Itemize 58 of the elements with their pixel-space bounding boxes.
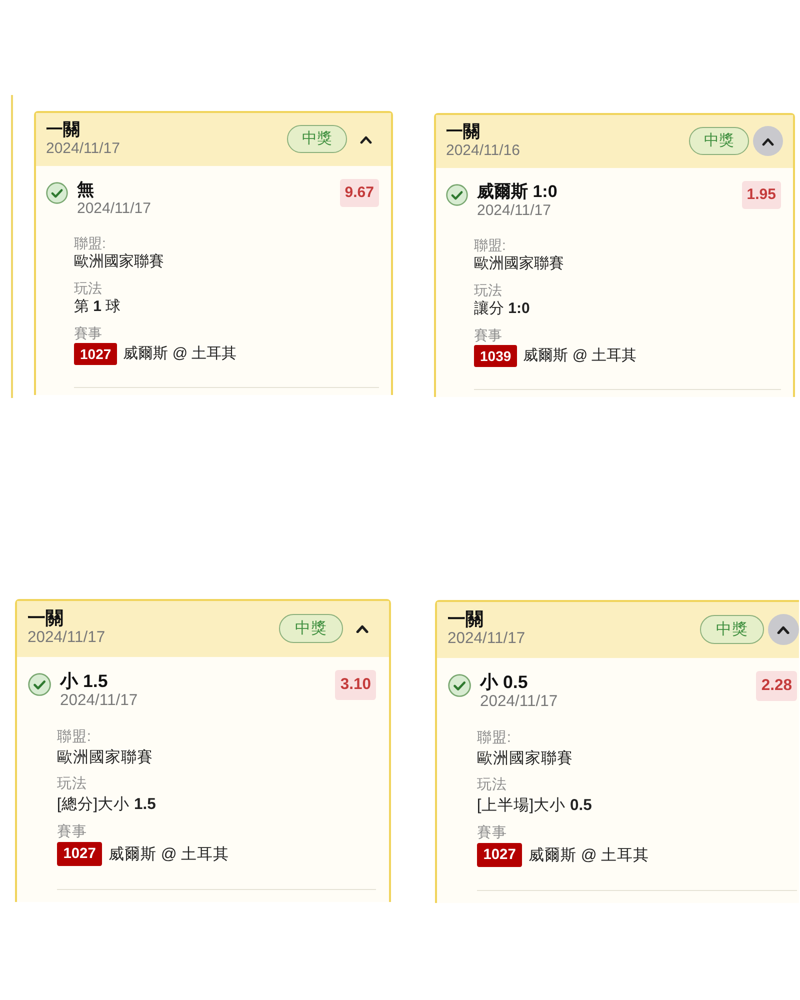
status-badge: 中獎 [689, 127, 749, 155]
league-name: 歐洲國家聯賽 [74, 252, 164, 272]
selection-date: 2024/11/17 [477, 202, 551, 220]
field-label: 玩法 [474, 281, 502, 299]
field-label: 賽事 [474, 326, 502, 344]
field-label: 聯盟: [474, 236, 506, 254]
odds-badge: 9.67 [340, 179, 379, 207]
selection-name: 無 [77, 180, 94, 200]
odds-badge: 3.10 [335, 670, 376, 700]
bet-type: 第 1 球 [74, 297, 121, 317]
ticket-date: 2024/11/17 [28, 629, 106, 648]
selection-date: 2024/11/17 [60, 692, 138, 712]
field-label: 聯盟: [56, 728, 91, 747]
odds-badge: 1.95 [742, 181, 781, 209]
bet-type: [總分]大小 1.5 [56, 795, 156, 816]
league-name: 歐洲國家聯賽 [56, 748, 153, 768]
league-name: 歐洲國家聯賽 [474, 254, 564, 274]
odds-badge: 2.28 [756, 671, 798, 701]
status-badge: 中獎 [279, 614, 343, 643]
ticket-title: 一關 [28, 608, 64, 630]
match-teams: 威爾斯 @ 土耳其 [123, 344, 237, 364]
ticket-title: 一關 [446, 122, 480, 142]
collapse-button[interactable] [753, 126, 783, 156]
match-number: 1039 [474, 345, 518, 367]
selection-date: 2024/11/17 [480, 693, 558, 712]
field-label: 聯盟: [74, 234, 106, 252]
chevron-up-icon [762, 136, 774, 146]
chevron-up-icon [360, 134, 372, 144]
match-number: 1027 [56, 842, 102, 866]
field-label: 聯盟: [476, 729, 511, 748]
league-name: 歐洲國家聯賽 [476, 748, 573, 769]
field-label: 賽事 [74, 324, 102, 342]
status-badge: 中獎 [700, 614, 764, 644]
match-number: 1027 [74, 343, 118, 365]
field-label: 賽事 [56, 822, 87, 842]
ticket-date: 2024/11/17 [46, 140, 120, 158]
ticket-date: 2024/11/17 [448, 630, 526, 650]
match-number: 1027 [476, 843, 522, 867]
bet-type: [上半場]大小 0.5 [476, 796, 592, 816]
field-label: 賽事 [476, 824, 507, 842]
chevron-up-icon [356, 624, 369, 633]
selection-name: 小 0.5 [480, 672, 528, 694]
collapse-button[interactable] [768, 614, 800, 646]
bet-type: 讓分 1:0 [474, 299, 530, 319]
ticket-title: 一關 [46, 120, 80, 140]
selection-date: 2024/11/17 [77, 200, 151, 218]
ticket-date: 2024/11/16 [446, 142, 520, 160]
selection-name: 威爾斯 1:0 [477, 182, 558, 202]
field-label: 玩法 [74, 279, 102, 297]
match-teams: 威爾斯 @ 土耳其 [528, 846, 650, 866]
field-label: 玩法 [476, 776, 507, 796]
match-teams: 威爾斯 @ 土耳其 [108, 844, 230, 865]
match-teams: 威爾斯 @ 土耳其 [523, 346, 637, 366]
status-badge: 中獎 [287, 125, 347, 153]
ticket-title: 一關 [448, 609, 484, 630]
field-label: 玩法 [56, 775, 87, 794]
chevron-up-icon [777, 624, 790, 634]
selection-name: 小 1.5 [60, 671, 108, 692]
